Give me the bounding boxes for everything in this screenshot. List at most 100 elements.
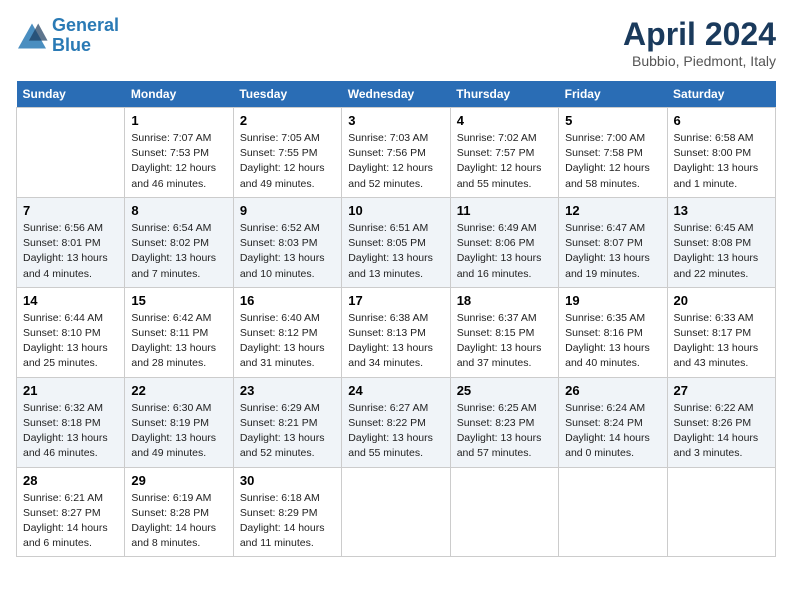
day-number: 6 xyxy=(674,113,769,128)
day-info: Sunrise: 7:00 AM Sunset: 7:58 PM Dayligh… xyxy=(565,131,660,192)
calendar-cell: 17 Sunrise: 6:38 AM Sunset: 8:13 PM Dayli… xyxy=(342,287,450,377)
day-number: 30 xyxy=(240,473,335,488)
day-number: 17 xyxy=(348,293,443,308)
calendar-cell: 3 Sunrise: 7:03 AM Sunset: 7:56 PM Daylig… xyxy=(342,108,450,198)
day-info: Sunrise: 6:30 AM Sunset: 8:19 PM Dayligh… xyxy=(131,401,226,462)
calendar-cell: 4Sunrise: 7:02 AM Sunset: 7:57 PM Daylig… xyxy=(450,108,558,198)
day-number: 5 xyxy=(565,113,660,128)
calendar-cell: 28 Sunrise: 6:21 AM Sunset: 8:27 PM Dayli… xyxy=(17,467,125,557)
day-info: Sunrise: 6:52 AM Sunset: 8:03 PM Dayligh… xyxy=(240,221,335,282)
day-number: 15 xyxy=(131,293,226,308)
day-info: Sunrise: 7:03 AM Sunset: 7:56 PM Dayligh… xyxy=(348,131,443,192)
logo: General Blue xyxy=(16,16,119,56)
logo-icon xyxy=(16,22,48,50)
day-info: Sunrise: 6:35 AM Sunset: 8:16 PM Dayligh… xyxy=(565,311,660,372)
day-number: 9 xyxy=(240,203,335,218)
calendar-cell: 29 Sunrise: 6:19 AM Sunset: 8:28 PM Dayli… xyxy=(125,467,233,557)
calendar-cell: 26 Sunrise: 6:24 AM Sunset: 8:24 PM Dayli… xyxy=(559,377,667,467)
day-number: 4 xyxy=(457,113,552,128)
calendar-cell xyxy=(450,467,558,557)
calendar-body: 1Sunrise: 7:07 AM Sunset: 7:53 PM Daylig… xyxy=(17,108,776,557)
day-number: 3 xyxy=(348,113,443,128)
logo-text: General Blue xyxy=(52,16,119,56)
day-info: Sunrise: 6:37 AM Sunset: 8:15 PM Dayligh… xyxy=(457,311,552,372)
calendar-cell xyxy=(559,467,667,557)
calendar-cell: 8 Sunrise: 6:54 AM Sunset: 8:02 PM Daylig… xyxy=(125,197,233,287)
calendar-cell: 13 Sunrise: 6:45 AM Sunset: 8:08 PM Dayli… xyxy=(667,197,775,287)
day-info: Sunrise: 6:25 AM Sunset: 8:23 PM Dayligh… xyxy=(457,401,552,462)
location: Bubbio, Piedmont, Italy xyxy=(623,53,776,69)
day-info: Sunrise: 6:56 AM Sunset: 8:01 PM Dayligh… xyxy=(23,221,118,282)
month-title: April 2024 xyxy=(623,16,776,53)
calendar-cell: 30 Sunrise: 6:18 AM Sunset: 8:29 PM Dayli… xyxy=(233,467,341,557)
calendar-cell: 11 Sunrise: 6:49 AM Sunset: 8:06 PM Dayli… xyxy=(450,197,558,287)
column-header-wednesday: Wednesday xyxy=(342,81,450,108)
day-info: Sunrise: 6:29 AM Sunset: 8:21 PM Dayligh… xyxy=(240,401,335,462)
week-row-5: 28 Sunrise: 6:21 AM Sunset: 8:27 PM Dayli… xyxy=(17,467,776,557)
day-info: Sunrise: 6:27 AM Sunset: 8:22 PM Dayligh… xyxy=(348,401,443,462)
calendar-header: SundayMondayTuesdayWednesdayThursdayFrid… xyxy=(17,81,776,108)
column-header-sunday: Sunday xyxy=(17,81,125,108)
day-info: Sunrise: 6:24 AM Sunset: 8:24 PM Dayligh… xyxy=(565,401,660,462)
title-area: April 2024 Bubbio, Piedmont, Italy xyxy=(623,16,776,69)
calendar-cell: 12Sunrise: 6:47 AM Sunset: 8:07 PM Dayli… xyxy=(559,197,667,287)
day-info: Sunrise: 6:32 AM Sunset: 8:18 PM Dayligh… xyxy=(23,401,118,462)
calendar-cell: 19 Sunrise: 6:35 AM Sunset: 8:16 PM Dayli… xyxy=(559,287,667,377)
day-info: Sunrise: 6:54 AM Sunset: 8:02 PM Dayligh… xyxy=(131,221,226,282)
day-number: 29 xyxy=(131,473,226,488)
day-info: Sunrise: 6:44 AM Sunset: 8:10 PM Dayligh… xyxy=(23,311,118,372)
calendar-cell: 24 Sunrise: 6:27 AM Sunset: 8:22 PM Dayli… xyxy=(342,377,450,467)
day-number: 10 xyxy=(348,203,443,218)
day-number: 16 xyxy=(240,293,335,308)
day-number: 22 xyxy=(131,383,226,398)
calendar-table: SundayMondayTuesdayWednesdayThursdayFrid… xyxy=(16,81,776,557)
column-header-saturday: Saturday xyxy=(667,81,775,108)
calendar-cell: 6 Sunrise: 6:58 AM Sunset: 8:00 PM Daylig… xyxy=(667,108,775,198)
column-header-friday: Friday xyxy=(559,81,667,108)
calendar-cell: 10 Sunrise: 6:51 AM Sunset: 8:05 PM Dayli… xyxy=(342,197,450,287)
day-info: Sunrise: 6:18 AM Sunset: 8:29 PM Dayligh… xyxy=(240,491,335,552)
day-info: Sunrise: 6:40 AM Sunset: 8:12 PM Dayligh… xyxy=(240,311,335,372)
day-number: 21 xyxy=(23,383,118,398)
day-number: 14 xyxy=(23,293,118,308)
calendar-cell: 22 Sunrise: 6:30 AM Sunset: 8:19 PM Dayli… xyxy=(125,377,233,467)
day-number: 13 xyxy=(674,203,769,218)
calendar-cell: 25 Sunrise: 6:25 AM Sunset: 8:23 PM Dayli… xyxy=(450,377,558,467)
column-header-tuesday: Tuesday xyxy=(233,81,341,108)
day-info: Sunrise: 6:49 AM Sunset: 8:06 PM Dayligh… xyxy=(457,221,552,282)
week-row-2: 7Sunrise: 6:56 AM Sunset: 8:01 PM Daylig… xyxy=(17,197,776,287)
day-number: 8 xyxy=(131,203,226,218)
day-info: Sunrise: 6:38 AM Sunset: 8:13 PM Dayligh… xyxy=(348,311,443,372)
calendar-cell: 23 Sunrise: 6:29 AM Sunset: 8:21 PM Dayli… xyxy=(233,377,341,467)
day-number: 11 xyxy=(457,203,552,218)
calendar-cell: 27Sunrise: 6:22 AM Sunset: 8:26 PM Dayli… xyxy=(667,377,775,467)
column-header-thursday: Thursday xyxy=(450,81,558,108)
day-info: Sunrise: 6:45 AM Sunset: 8:08 PM Dayligh… xyxy=(674,221,769,282)
calendar-cell: 5 Sunrise: 7:00 AM Sunset: 7:58 PM Daylig… xyxy=(559,108,667,198)
calendar-cell xyxy=(17,108,125,198)
day-info: Sunrise: 6:47 AM Sunset: 8:07 PM Dayligh… xyxy=(565,221,660,282)
day-number: 18 xyxy=(457,293,552,308)
day-info: Sunrise: 7:05 AM Sunset: 7:55 PM Dayligh… xyxy=(240,131,335,192)
day-info: Sunrise: 6:58 AM Sunset: 8:00 PM Dayligh… xyxy=(674,131,769,192)
week-row-1: 1Sunrise: 7:07 AM Sunset: 7:53 PM Daylig… xyxy=(17,108,776,198)
calendar-cell: 2Sunrise: 7:05 AM Sunset: 7:55 PM Daylig… xyxy=(233,108,341,198)
calendar-cell: 20Sunrise: 6:33 AM Sunset: 8:17 PM Dayli… xyxy=(667,287,775,377)
day-number: 19 xyxy=(565,293,660,308)
calendar-cell xyxy=(667,467,775,557)
day-number: 28 xyxy=(23,473,118,488)
calendar-cell: 21 Sunrise: 6:32 AM Sunset: 8:18 PM Dayli… xyxy=(17,377,125,467)
day-number: 25 xyxy=(457,383,552,398)
week-row-4: 21 Sunrise: 6:32 AM Sunset: 8:18 PM Dayli… xyxy=(17,377,776,467)
day-number: 20 xyxy=(674,293,769,308)
calendar-cell: 9 Sunrise: 6:52 AM Sunset: 8:03 PM Daylig… xyxy=(233,197,341,287)
day-number: 26 xyxy=(565,383,660,398)
page-header: General Blue April 2024 Bubbio, Piedmont… xyxy=(16,16,776,69)
day-number: 23 xyxy=(240,383,335,398)
day-info: Sunrise: 6:19 AM Sunset: 8:28 PM Dayligh… xyxy=(131,491,226,552)
day-number: 24 xyxy=(348,383,443,398)
calendar-cell: 18 Sunrise: 6:37 AM Sunset: 8:15 PM Dayli… xyxy=(450,287,558,377)
day-number: 1 xyxy=(131,113,226,128)
day-info: Sunrise: 6:51 AM Sunset: 8:05 PM Dayligh… xyxy=(348,221,443,282)
day-info: Sunrise: 6:21 AM Sunset: 8:27 PM Dayligh… xyxy=(23,491,118,552)
